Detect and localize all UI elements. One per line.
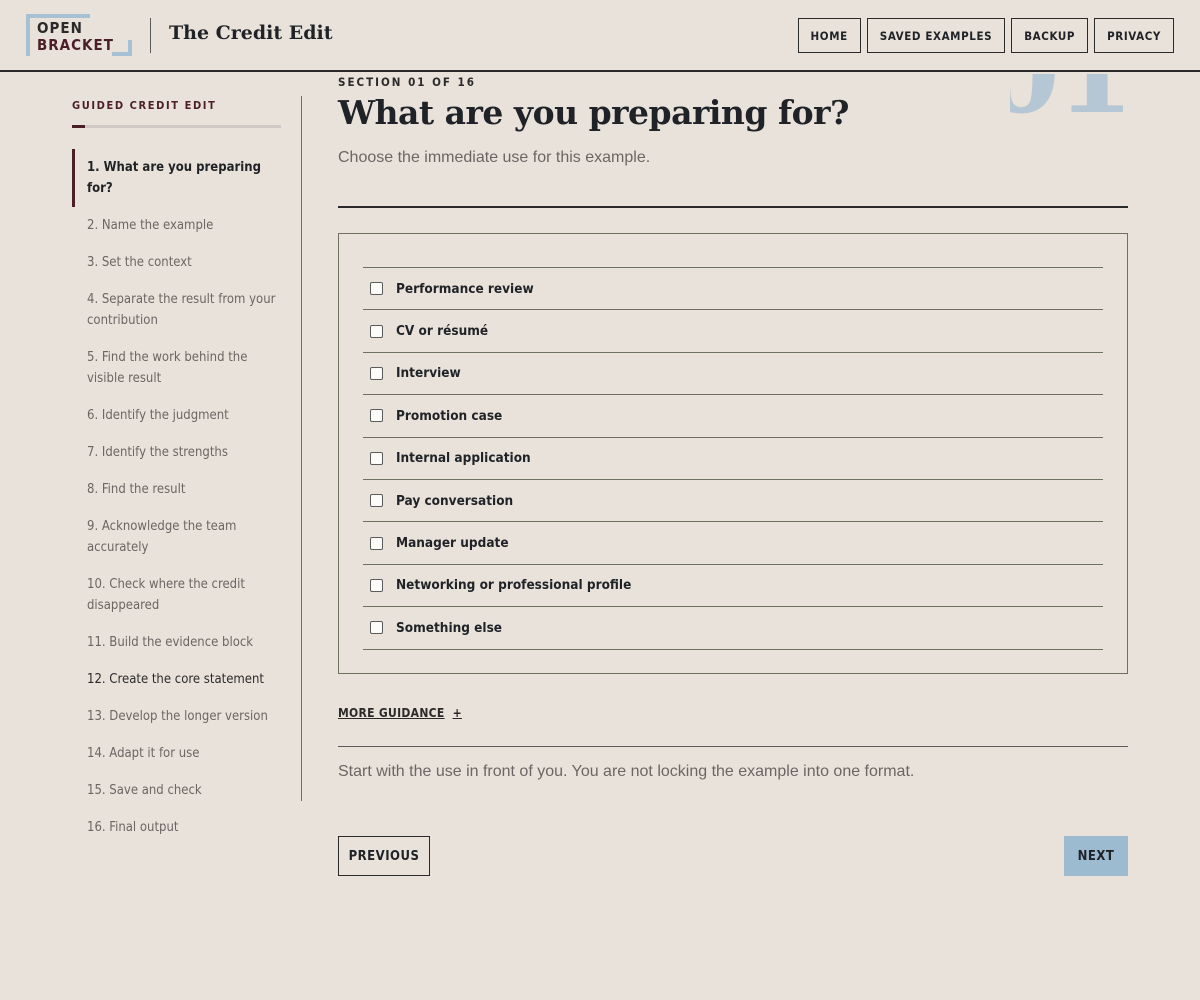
progress-bar-fill: [72, 125, 86, 128]
sidebar-step-4[interactable]: 4. Separate the result from your contrib…: [72, 281, 281, 339]
option-checkbox[interactable]: [370, 536, 383, 550]
nav-home-button[interactable]: HOME: [797, 18, 861, 53]
option-checkbox[interactable]: [370, 578, 383, 592]
site-title: The Credit Edit: [169, 22, 333, 44]
sidebar-step-12[interactable]: 12. Create the core statement: [72, 661, 281, 698]
option-label: Networking or professional profile: [396, 577, 632, 594]
sidebar-step-2[interactable]: 2. Name the example: [72, 207, 281, 244]
logo-line-1: OPEN: [37, 19, 83, 37]
guidance-divider: [338, 746, 1128, 747]
option-label: Performance review: [396, 280, 534, 297]
option-checkbox[interactable]: [370, 282, 383, 296]
page-subtitle: Choose the immediate use for this exampl…: [338, 149, 651, 166]
bracket-right-icon: [112, 40, 132, 56]
step-list: 1. What are you preparing for? 2. Name th…: [72, 149, 281, 846]
section-number-text: 01: [1010, 74, 1130, 130]
header-divider: [150, 18, 151, 53]
app-header: OPEN BRACKET The Credit Edit HOME SAVED …: [0, 0, 1200, 72]
option-label: Pay conversation: [396, 492, 514, 509]
option-label: Interview: [396, 365, 461, 382]
sidebar-step-9[interactable]: 9. Acknowledge the team accurately: [72, 508, 281, 566]
previous-button[interactable]: PREVIOUS: [338, 836, 430, 876]
option-label: Promotion case: [396, 407, 503, 424]
option-row[interactable]: CV or résumé: [363, 310, 1103, 353]
more-guidance-toggle[interactable]: MORE GUIDANCE +: [338, 706, 462, 720]
option-checkbox[interactable]: [370, 409, 383, 423]
option-row[interactable]: Internal application: [363, 438, 1103, 480]
plus-icon: +: [452, 706, 462, 720]
sidebar-step-11[interactable]: 11. Build the evidence block: [72, 624, 281, 661]
option-checkbox[interactable]: [370, 451, 383, 465]
sidebar-step-8[interactable]: 8. Find the result: [72, 471, 281, 508]
option-label: Internal application: [396, 450, 531, 467]
sidebar-step-6[interactable]: 6. Identify the judgment: [72, 397, 281, 434]
option-label: Manager update: [396, 535, 509, 552]
top-nav: HOME SAVED EXAMPLES BACKUP PRIVACY: [797, 18, 1174, 53]
options-list: Performance review CV or résumé Interview P…: [363, 267, 1103, 650]
sidebar-step-15[interactable]: 15. Save and check: [72, 772, 281, 809]
option-row[interactable]: Promotion case: [363, 395, 1103, 438]
title-divider: [338, 206, 1128, 208]
nav-backup-button[interactable]: BACKUP: [1011, 18, 1089, 53]
option-row[interactable]: Something else: [363, 607, 1103, 650]
nav-privacy-button[interactable]: PRIVACY: [1094, 18, 1174, 53]
next-button[interactable]: NEXT: [1064, 836, 1128, 876]
sidebar-title: GUIDED CREDIT EDIT: [72, 99, 217, 112]
option-label: Something else: [396, 619, 503, 636]
option-row[interactable]: Manager update: [363, 522, 1103, 565]
sidebar-step-10[interactable]: 10. Check where the credit disappeared: [72, 566, 281, 624]
page-title: What are you preparing for?: [338, 93, 849, 132]
sidebar-step-1[interactable]: 1. What are you preparing for?: [72, 149, 281, 207]
option-checkbox[interactable]: [370, 621, 383, 635]
option-checkbox[interactable]: [370, 324, 383, 338]
open-bracket-logo[interactable]: OPEN BRACKET: [26, 14, 132, 56]
progress-bar: [72, 125, 281, 128]
option-checkbox[interactable]: [370, 494, 383, 508]
section-counter: SECTION 01 OF 16: [338, 75, 476, 89]
sidebar-step-14[interactable]: 14. Adapt it for use: [72, 735, 281, 772]
logo-line-2: BRACKET: [37, 36, 114, 54]
more-guidance-label: MORE GUIDANCE: [338, 706, 445, 720]
nav-saved-examples-button[interactable]: SAVED EXAMPLES: [866, 18, 1006, 53]
step-sidebar: GUIDED CREDIT EDIT 1. What are you prepa…: [72, 96, 302, 835]
option-row[interactable]: Pay conversation: [363, 480, 1103, 523]
sidebar-step-7[interactable]: 7. Identify the strengths: [72, 434, 281, 471]
sidebar-step-13[interactable]: 13. Develop the longer version: [72, 698, 281, 735]
option-label: CV or résumé: [396, 323, 489, 340]
option-checkbox[interactable]: [370, 366, 383, 380]
guidance-text: Start with the use in front of you. You …: [338, 763, 915, 780]
option-row[interactable]: Interview: [363, 353, 1103, 396]
option-row[interactable]: Networking or professional profile: [363, 565, 1103, 608]
section-number-watermark: 01: [1010, 74, 1130, 146]
sidebar-step-16[interactable]: 16. Final output: [72, 809, 281, 846]
sidebar-step-3[interactable]: 3. Set the context: [72, 244, 281, 281]
options-panel: Performance review CV or résumé Interview P…: [338, 233, 1128, 674]
sidebar-step-5[interactable]: 5. Find the work behind the visible resu…: [72, 339, 281, 397]
option-row[interactable]: Performance review: [363, 268, 1103, 311]
